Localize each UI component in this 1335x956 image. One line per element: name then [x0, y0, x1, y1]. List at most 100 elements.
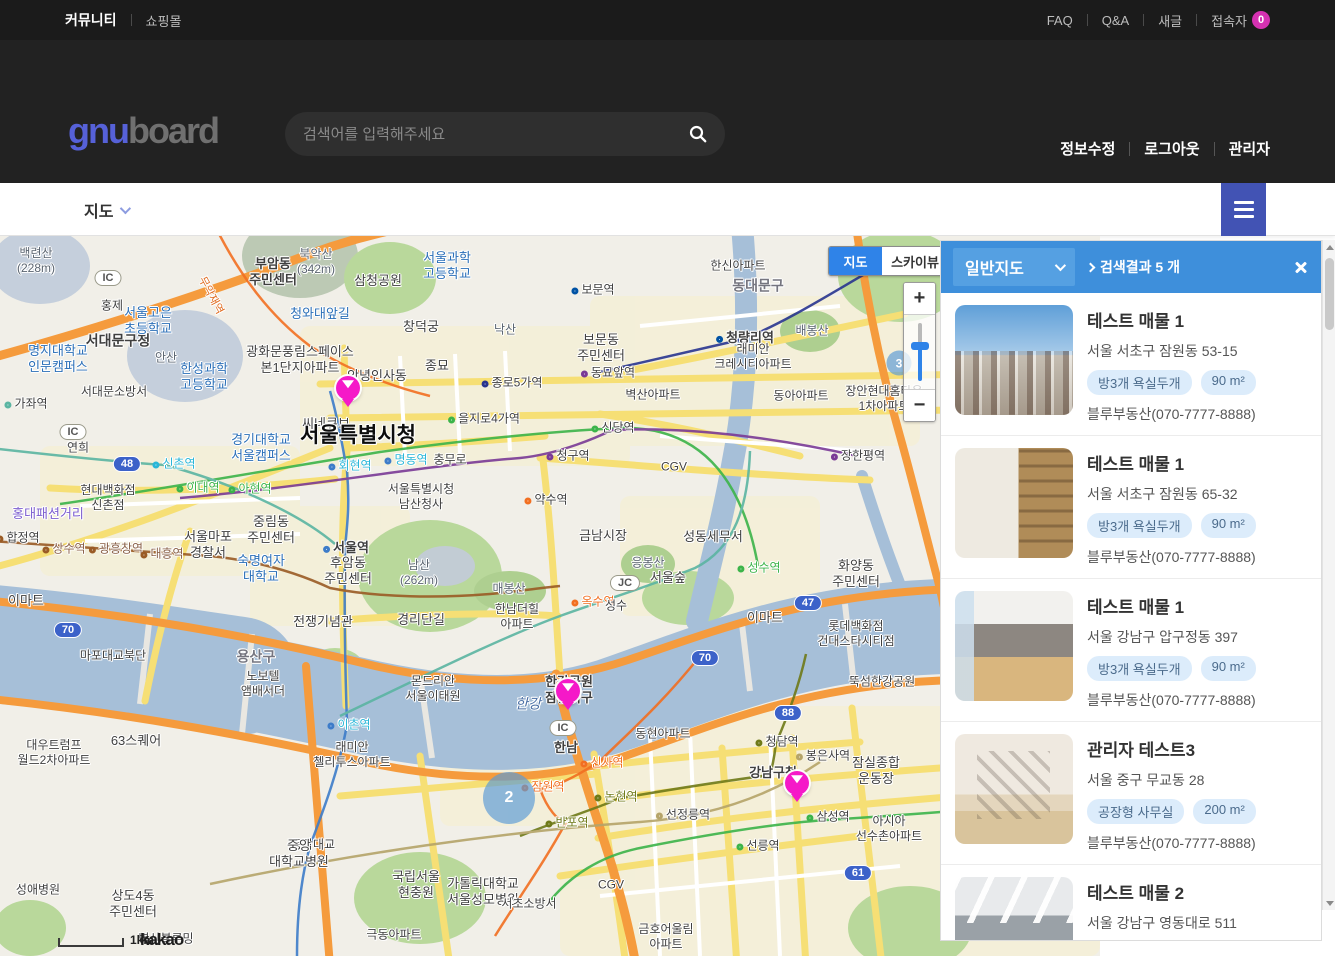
map-label: 한강 — [515, 695, 541, 713]
search-icon[interactable] — [689, 125, 707, 143]
station-dot-icon — [89, 547, 96, 554]
zoom-in-button[interactable]: + — [904, 283, 935, 315]
search-input[interactable] — [303, 126, 689, 143]
listing-card[interactable]: 테스트 매물 1 서울 서초구 잠원동 65-32 방3개 욕실두개 90 m²… — [941, 436, 1321, 579]
visitors-link[interactable]: 접속자 0 — [1211, 11, 1270, 30]
zoom-slider-handle[interactable] — [911, 342, 929, 350]
listing-address: 서울 중구 무교동 28 — [1087, 770, 1256, 790]
visitor-count-badge: 0 — [1252, 11, 1270, 29]
map-label: 응봉산 — [631, 556, 664, 571]
rooms-badge: 방3개 욕실두개 — [1087, 513, 1192, 538]
route-badge: IC — [550, 720, 577, 736]
qna-link[interactable]: Q&A — [1102, 13, 1129, 28]
listing-card[interactable]: 테스트 매물 1 서울 강남구 압구정동 397 방3개 욕실두개 90 m² … — [941, 579, 1321, 722]
map-label: 백련산 (228m) — [17, 246, 55, 276]
station-dot-icon — [176, 486, 183, 493]
listing-card[interactable]: 테스트 매물 2 서울 강남구 영동대로 511 방3개 욕실두개 90 m² … — [941, 865, 1321, 941]
route-badge: IC — [95, 270, 122, 286]
zoom-out-button[interactable]: − — [904, 389, 935, 421]
close-icon[interactable] — [1293, 259, 1309, 275]
map-label: 현대백화점 신촌점 — [80, 483, 135, 513]
result-count: 검색결과 5 개 — [1087, 257, 1180, 277]
station-dot-icon — [4, 402, 11, 409]
menu-toggle-button[interactable] — [1221, 183, 1266, 236]
map-type-label: 일반지도 — [965, 255, 1024, 279]
listing-card[interactable]: 테스트 매물 1 서울 서초구 잠원동 53-15 방3개 욕실두개 90 m²… — [941, 293, 1321, 436]
map-label: 대우트럼프 월드2차아파트 — [18, 738, 91, 768]
listing-agency: 블루부동산(070-7777-8888) — [1087, 690, 1256, 710]
map-label: 안산 — [155, 351, 177, 366]
property-marker-icon[interactable] — [556, 679, 580, 703]
listing-address: 서울 서초구 잠원동 65-32 — [1087, 484, 1256, 504]
site-logo[interactable]: gnuboard — [68, 110, 218, 152]
panel-scrollbar[interactable] — [1322, 240, 1335, 910]
community-link[interactable]: 커뮤니티 — [65, 10, 117, 30]
map-label: 서울과학 고등학교 — [423, 250, 471, 283]
map-label: 홍제 — [101, 299, 123, 314]
map-label: 중앙 대학교병원 — [269, 838, 329, 871]
divider — [1129, 142, 1130, 156]
scale-line — [58, 938, 124, 947]
map-label: 마포대교북단 — [80, 649, 146, 664]
map-label: 래미안 첼리투스아파트 — [313, 740, 390, 770]
rooms-badge: 공장형 사무실 — [1087, 799, 1184, 824]
map-label: 광흥창역 — [89, 542, 143, 557]
map-label: 남산 (262m) — [400, 558, 438, 588]
scrollbar-thumb[interactable] — [1325, 258, 1334, 330]
map-label: 광화문풍림스페이스 본1단지아파트 — [246, 344, 354, 377]
map-label: 극동아파트 — [366, 928, 421, 943]
station-dot-icon — [736, 844, 743, 851]
map-label: 서대문소방서 — [81, 385, 147, 400]
main-nav: 지도 — [0, 183, 1335, 236]
edit-info-link[interactable]: 정보수정 — [1060, 138, 1115, 159]
station-dot-icon — [737, 566, 744, 573]
map-label: 금호어울림 아파트 — [638, 922, 693, 952]
map-label: 화양동 주민센터 — [832, 558, 880, 591]
nav-item-map[interactable]: 지도 — [84, 198, 128, 222]
map-label: 성애병원 — [16, 883, 60, 898]
map-label: 보문역 — [571, 283, 614, 298]
map-label: 금남시장 — [579, 528, 627, 544]
map-label: 신촌역 — [152, 457, 195, 472]
admin-link[interactable]: 관리자 — [1229, 138, 1270, 159]
map-label: 롯데백화점 건대스타시티점 — [817, 619, 894, 649]
map-label: 이마트 — [747, 610, 783, 626]
map-label: 잠실종합 운동장 — [852, 755, 900, 788]
map-label: 중림동 주민센터 — [247, 514, 295, 547]
property-marker-icon[interactable] — [785, 771, 809, 795]
shop-link[interactable]: 쇼핑몰 — [146, 11, 182, 30]
map-type-select[interactable]: 일반지도 — [953, 248, 1075, 286]
route-badge: 47 — [794, 595, 822, 611]
rooms-badge: 방3개 욕실두개 — [1087, 370, 1192, 395]
scroll-up-arrow[interactable] — [1323, 240, 1335, 254]
map-label: 선릉역 — [736, 839, 779, 854]
new-posts-link[interactable]: 새글 — [1158, 11, 1182, 30]
station-dot-icon — [323, 546, 330, 553]
map-label: 명동역 — [384, 453, 427, 468]
scroll-down-arrow[interactable] — [1323, 896, 1335, 910]
faq-link[interactable]: FAQ — [1047, 13, 1073, 28]
marker-cluster[interactable]: 2 — [483, 772, 535, 824]
station-dot-icon — [546, 454, 553, 461]
listing-agency: 블루부동산(070-7777-8888) — [1087, 833, 1256, 853]
listing-card[interactable]: 관리자 테스트3 서울 중구 무교동 28 공장형 사무실 200 m² 블루부… — [941, 722, 1321, 865]
zoom-slider[interactable] — [904, 315, 935, 389]
logout-link[interactable]: 로그아웃 — [1144, 138, 1199, 159]
map-label: 홍대패션거리 — [12, 506, 84, 522]
map-view-button[interactable]: 지도 — [829, 247, 882, 275]
property-marker-icon[interactable] — [336, 376, 360, 400]
map-label: 래미안 크레시티아파트 — [714, 342, 791, 372]
map-label: 청담역 — [755, 735, 798, 750]
results-panel: 일반지도 검색결과 5 개 테스트 매물 1 서울 서초구 잠원동 53-15 … — [940, 240, 1322, 941]
map-label: 동현아파트 — [635, 727, 690, 742]
map-label: 씨네큐브 — [302, 416, 350, 432]
kakao-map[interactable]: 백련산 (228m)홍제명지대학교 인문캠퍼스서대문구청서울고은 초등학교안산한… — [0, 236, 1100, 956]
map-label: 한남더힐 아파트 — [495, 602, 539, 632]
skyview-button[interactable]: 스카이뷰 — [882, 247, 948, 275]
map-label: 아시아 선수촌아파트 — [856, 814, 922, 844]
listing-photo — [955, 734, 1073, 844]
map-label: 국립서울 현충원 — [392, 869, 440, 902]
map-label: 이마트 — [8, 593, 44, 609]
listing-agency: 블루부동산(070-7777-8888) — [1087, 404, 1256, 424]
map-label: 반포역 — [545, 816, 588, 831]
